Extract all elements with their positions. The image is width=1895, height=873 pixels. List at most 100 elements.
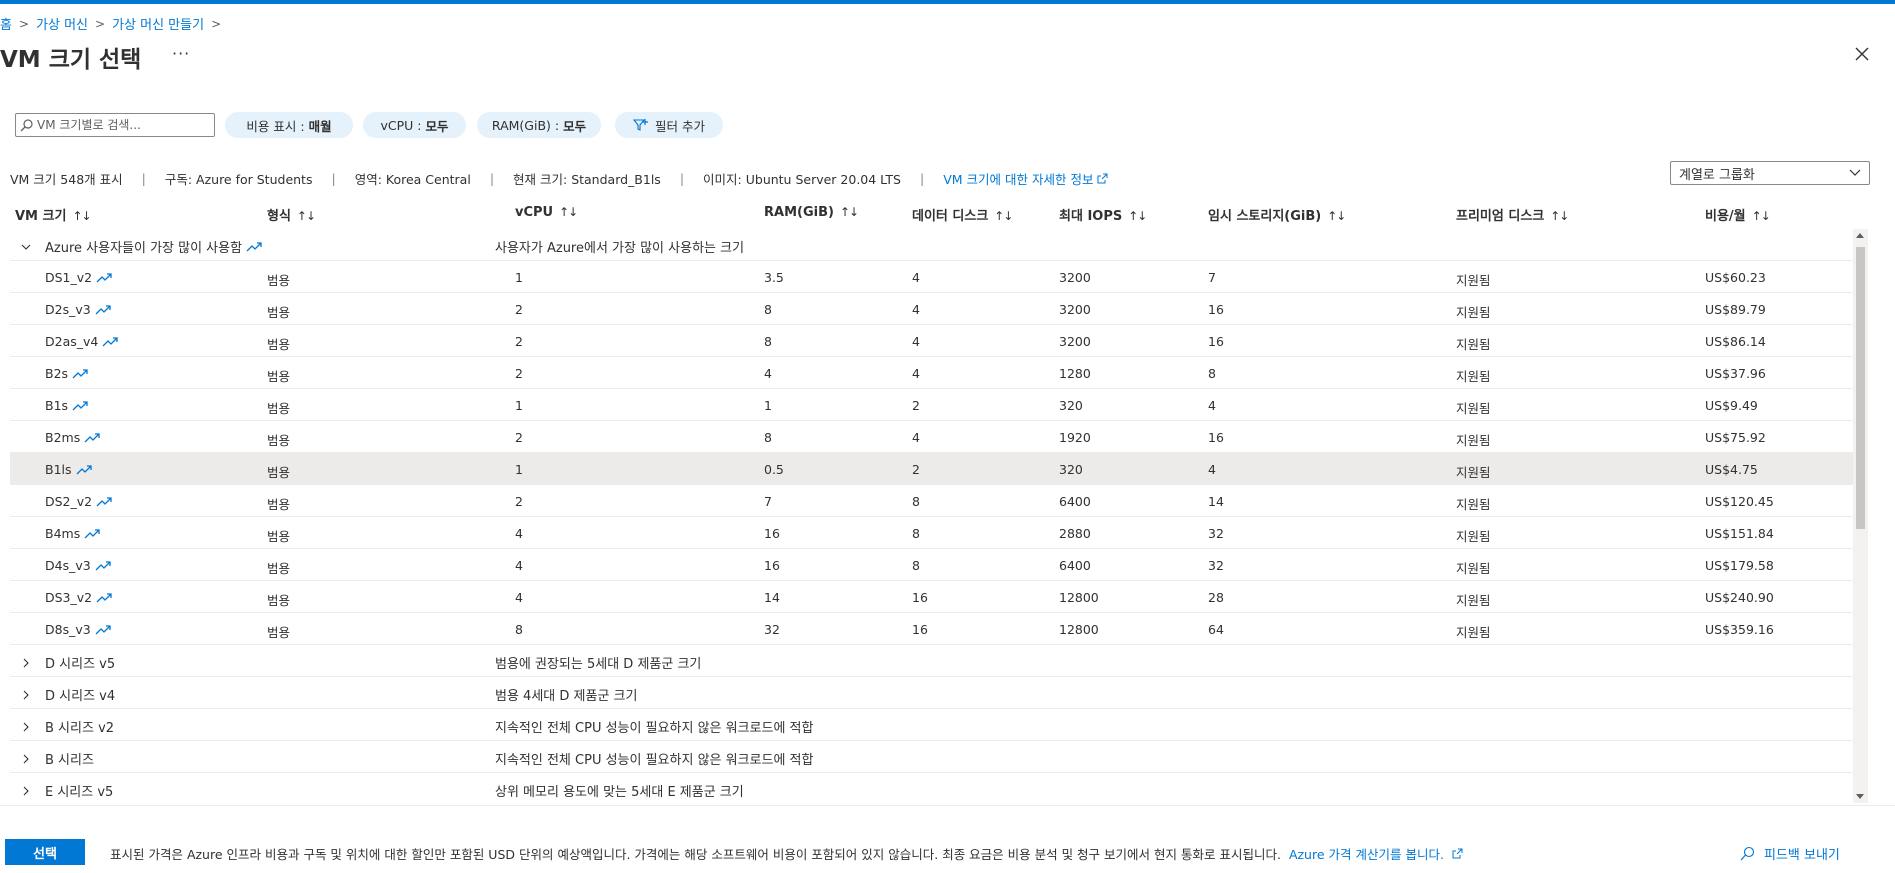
group-row[interactable]: Azure 사용자들이 가장 많이 사용함 사용자가 Azure에서 가장 많이 … <box>10 229 1853 261</box>
chevron-right-icon[interactable] <box>20 654 32 673</box>
sort-icon[interactable]: ↑↓ <box>1752 209 1771 223</box>
search-input[interactable] <box>37 118 212 132</box>
trending-icon <box>96 591 112 606</box>
sort-icon[interactable]: ↑↓ <box>1128 209 1147 223</box>
column-header-temp[interactable]: 임시 스토리지(GiB) ↑↓ <box>1208 205 1346 224</box>
cell-iops: 320 <box>1059 398 1083 413</box>
sort-icon[interactable]: ↑↓ <box>559 205 578 219</box>
table-row[interactable]: D2as_v4 범용 2 8 4 3200 16 지원됨 US$86.14 <box>10 325 1853 357</box>
cell-temp: 16 <box>1208 430 1224 445</box>
page-title: VM 크기 선택 <box>0 47 142 73</box>
group-by-dropdown[interactable]: 계열로 그룹화 <box>1670 161 1870 185</box>
table-row[interactable]: D4s_v3 범용 4 16 8 6400 32 지원됨 US$179.58 <box>10 549 1853 581</box>
column-header-premium[interactable]: 프리미엄 디스크 ↑↓ <box>1456 205 1569 224</box>
search-box[interactable] <box>15 113 215 137</box>
group-row[interactable]: D 시리즈 v5 범용에 권장되는 5세대 D 제품군 크기 <box>10 645 1853 677</box>
breadcrumb-home[interactable]: 홈 <box>0 14 12 33</box>
filter-ram-pill[interactable]: RAM(GiB) : 모두 <box>477 112 601 138</box>
cell-size: DS3_v2 <box>45 590 112 606</box>
table-row[interactable]: B1ls 범용 1 0.5 2 320 4 지원됨 US$4.75 <box>10 453 1853 485</box>
table-scrollbar[interactable] <box>1853 229 1868 803</box>
chevron-right-icon[interactable] <box>20 750 32 769</box>
breadcrumb-separator-icon: > <box>18 16 30 31</box>
cell-type: 범용 <box>267 273 291 288</box>
table-row[interactable]: D8s_v3 범용 8 32 16 12800 64 지원됨 US$359.16 <box>10 613 1853 645</box>
column-header-vcpu[interactable]: vCPU ↑↓ <box>515 205 578 220</box>
trending-icon <box>84 431 100 446</box>
sort-icon[interactable]: ↑↓ <box>840 205 859 219</box>
cell-cost: US$89.79 <box>1705 302 1766 317</box>
breadcrumb-create-vm[interactable]: 가상 머신 만들기 <box>112 14 204 33</box>
column-header-disks[interactable]: 데이터 디스크 ↑↓ <box>912 205 1013 224</box>
feedback-button[interactable]: 피드백 보내기 <box>1740 844 1840 863</box>
group-row[interactable]: D 시리즈 v4 범용 4세대 D 제품군 크기 <box>10 677 1853 709</box>
column-header-label: VM 크기 <box>15 209 67 224</box>
table-row[interactable]: B4ms 범용 4 16 8 2880 32 지원됨 US$151.84 <box>10 517 1853 549</box>
more-options-icon[interactable]: ··· <box>172 44 190 63</box>
table-row[interactable]: DS2_v2 범용 2 7 8 6400 14 지원됨 US$120.45 <box>10 485 1853 517</box>
group-row[interactable]: E 시리즈 v5 상위 메모리 용도에 맞는 5세대 E 제품군 크기 <box>10 773 1853 803</box>
cell-disks: 8 <box>912 526 920 541</box>
column-header-ram[interactable]: RAM(GiB) ↑↓ <box>764 205 859 220</box>
breadcrumb-separator-icon: > <box>95 16 106 31</box>
table-row[interactable]: DS1_v2 범용 1 3.5 4 3200 7 지원됨 US$60.23 <box>10 261 1853 293</box>
chevron-right-icon[interactable] <box>20 782 32 801</box>
sort-icon[interactable]: ↑↓ <box>72 209 91 223</box>
chevron-right-icon[interactable] <box>20 718 32 737</box>
scroll-down-icon[interactable] <box>1856 794 1864 799</box>
select-button[interactable]: 선택 <box>5 839 85 865</box>
column-header-label: 프리미엄 디스크 <box>1456 209 1545 224</box>
cell-premium: 지원됨 <box>1456 369 1491 384</box>
breadcrumb-virtual-machines[interactable]: 가상 머신 <box>36 14 88 33</box>
sort-icon[interactable]: ↑↓ <box>297 209 316 223</box>
top-accent-bar <box>0 0 1895 4</box>
cell-disks: 4 <box>912 302 920 317</box>
cell-disks: 8 <box>912 494 920 509</box>
cell-premium: 지원됨 <box>1456 497 1491 512</box>
filter-vcpu-label: vCPU : <box>380 117 422 133</box>
cell-ram: 1 <box>764 398 772 413</box>
group-row[interactable]: B 시리즈 v2 지속적인 전체 CPU 성능이 필요하지 않은 워크로드에 적합 <box>10 709 1853 741</box>
filter-cost-pill[interactable]: 비용 표시 : 매월 <box>225 112 353 138</box>
sort-icon[interactable]: ↑↓ <box>994 209 1013 223</box>
close-icon[interactable] <box>1852 44 1872 64</box>
cell-ram: 3.5 <box>764 270 784 285</box>
add-filter-label: 필터 추가 <box>655 118 705 134</box>
column-header-type[interactable]: 형식 ↑↓ <box>267 205 316 224</box>
column-header-iops[interactable]: 최대 IOPS ↑↓ <box>1059 205 1147 224</box>
table-row[interactable]: DS3_v2 범용 4 14 16 12800 28 지원됨 US$240.90 <box>10 581 1853 613</box>
table-row[interactable]: B2s 범용 2 4 4 1280 8 지원됨 US$37.96 <box>10 357 1853 389</box>
group-row[interactable]: B 시리즈 지속적인 전체 CPU 성능이 필요하지 않은 워크로드에 적합 <box>10 741 1853 773</box>
group-description: 상위 메모리 용도에 맞는 5세대 E 제품군 크기 <box>495 785 744 800</box>
filter-vcpu-pill[interactable]: vCPU : 모두 <box>363 112 466 138</box>
sort-icon[interactable]: ↑↓ <box>1327 209 1346 223</box>
cell-cost: US$151.84 <box>1705 526 1774 541</box>
trending-icon <box>95 623 111 638</box>
table-row[interactable]: B2ms 범용 2 8 4 1920 16 지원됨 US$75.92 <box>10 421 1853 453</box>
cell-vcpu: 1 <box>515 398 523 413</box>
chevron-right-icon[interactable] <box>20 686 32 705</box>
table-row[interactable]: B1s 범용 1 1 2 320 4 지원됨 US$9.49 <box>10 389 1853 421</box>
cell-size: D2s_v3 <box>45 302 111 318</box>
vm-size-info-link[interactable]: VM 크기에 대한 자세한 정보 <box>943 169 1093 188</box>
column-header-size[interactable]: VM 크기 ↑↓ <box>15 205 92 224</box>
cell-temp: 28 <box>1208 590 1224 605</box>
cell-type: 범용 <box>267 497 291 512</box>
cell-type: 범용 <box>267 593 291 608</box>
group-description: 범용 4세대 D 제품군 크기 <box>495 689 638 704</box>
add-filter-button[interactable]: 필터 추가 <box>615 112 723 138</box>
table-row[interactable]: D2s_v3 범용 2 8 4 3200 16 지원됨 US$89.79 <box>10 293 1853 325</box>
cell-ram: 16 <box>764 526 780 541</box>
price-calculator-link[interactable]: Azure 가격 계산기를 봅니다. <box>1289 847 1444 862</box>
column-header-cost[interactable]: 비용/월 ↑↓ <box>1705 205 1771 224</box>
chevron-down-icon[interactable] <box>20 238 32 257</box>
sort-icon[interactable]: ↑↓ <box>1550 209 1569 223</box>
cell-ram: 0.5 <box>764 462 784 477</box>
cell-temp: 4 <box>1208 462 1216 477</box>
column-header-label: 형식 <box>267 209 291 224</box>
scroll-up-icon[interactable] <box>1856 233 1864 238</box>
trending-icon <box>95 559 111 574</box>
divider: | <box>331 171 336 186</box>
cell-disks: 2 <box>912 398 920 413</box>
scrollbar-thumb[interactable] <box>1856 247 1865 529</box>
